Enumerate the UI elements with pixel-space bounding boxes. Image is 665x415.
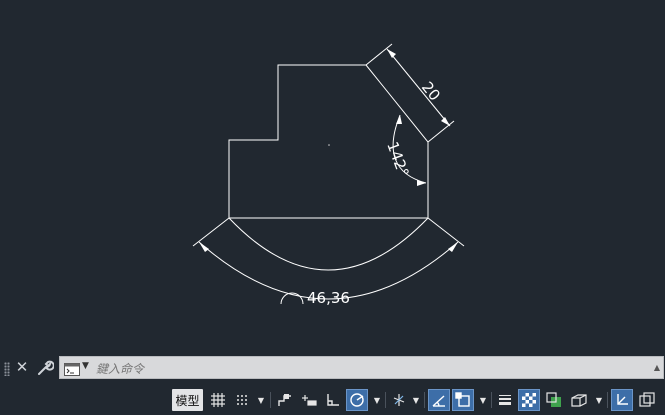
dim-arc-text: 46,36 — [307, 289, 350, 307]
chevron-down-icon[interactable]: ▼ — [82, 361, 89, 371]
command-prompt-icon[interactable] — [64, 361, 80, 376]
grid-icon[interactable] — [207, 389, 229, 411]
dynamic-ucs-icon[interactable] — [611, 389, 633, 411]
drawing-canvas[interactable]: 20 142° 46,36 — [0, 0, 665, 352]
chevron-down-icon[interactable]: ▼ — [478, 389, 488, 411]
chevron-down-icon[interactable]: ▼ — [372, 389, 382, 411]
dynamic-input-icon[interactable] — [298, 389, 320, 411]
grip-handle[interactable] — [4, 362, 10, 376]
3d-object-snap-icon[interactable] — [568, 389, 590, 411]
selection-filter-icon[interactable] — [636, 389, 658, 411]
drawing-arc[interactable] — [228, 217, 429, 271]
dim-arrowhead — [448, 242, 458, 252]
ortho-icon[interactable] — [322, 389, 344, 411]
dim-linear-text: 20 — [418, 78, 444, 104]
dim-angle-text: 142° — [383, 139, 412, 179]
snap-icon[interactable] — [231, 389, 253, 411]
center-mark — [328, 144, 330, 146]
command-line-bar: ✕ ▼ ▲ — [0, 352, 665, 383]
isodraft-icon[interactable] — [388, 389, 410, 411]
dim-extension-line — [192, 217, 230, 247]
separator — [607, 392, 608, 408]
chevron-down-icon[interactable]: ▼ — [411, 389, 421, 411]
object-snap-tracking-icon[interactable] — [428, 389, 450, 411]
chevron-down-icon[interactable]: ▼ — [594, 389, 604, 411]
command-input-box[interactable]: ▼ ▲ — [59, 356, 664, 379]
separator — [385, 392, 386, 408]
drawing-svg[interactable]: 20 142° 46,36 — [0, 0, 665, 352]
dim-extension-line — [427, 217, 465, 247]
separator — [270, 392, 271, 408]
dim-arrowhead — [417, 180, 426, 186]
command-input[interactable] — [94, 358, 638, 379]
close-icon[interactable]: ✕ — [14, 359, 30, 375]
selection-cycling-icon[interactable] — [543, 389, 565, 411]
wrench-icon[interactable] — [36, 359, 55, 377]
dim-arrowhead — [441, 117, 450, 126]
dim-extension-line — [427, 120, 455, 143]
separator — [424, 392, 425, 408]
chevron-up-icon[interactable]: ▲ — [654, 363, 660, 372]
transparency-icon[interactable] — [518, 389, 540, 411]
status-bar: 模型 ▼ ▼ ▼ ▼ ▼ — [0, 384, 665, 415]
separator — [491, 392, 492, 408]
object-snap-icon[interactable] — [452, 389, 474, 411]
dim-extension-line — [365, 43, 393, 66]
polar-tracking-icon[interactable] — [346, 389, 368, 411]
infer-constraints-icon[interactable] — [274, 389, 296, 411]
lineweight-icon[interactable] — [494, 389, 516, 411]
dim-arrowhead — [199, 242, 209, 252]
chevron-down-icon[interactable]: ▼ — [256, 389, 266, 411]
model-tab[interactable]: 模型 — [172, 389, 203, 411]
dim-arrowhead — [387, 49, 396, 58]
